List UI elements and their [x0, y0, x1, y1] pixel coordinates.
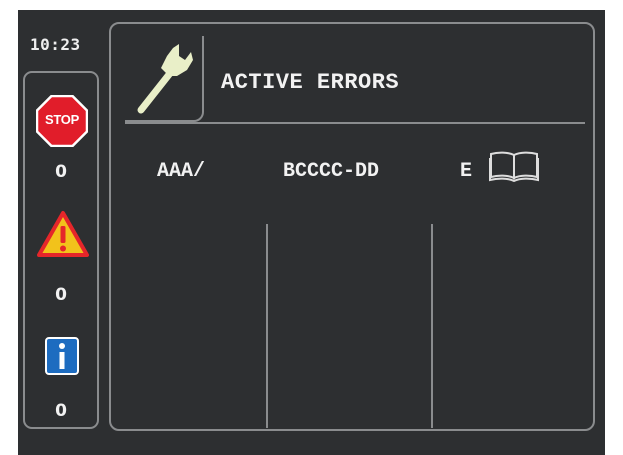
stop-sign-label: STOP [45, 112, 79, 127]
warning-triangle-icon[interactable] [37, 210, 89, 258]
wrench-icon [133, 42, 195, 121]
clock: 10:23 [30, 35, 81, 54]
status-sidebar: STOP 0 0 0 [23, 71, 99, 429]
info-icon[interactable] [45, 337, 79, 375]
column-header-e: E [460, 160, 473, 183]
warning-count: 0 [55, 285, 67, 305]
column-divider-2 [431, 224, 433, 428]
column-header-code: AAA/ [157, 160, 206, 183]
info-count: 0 [55, 401, 67, 421]
column-divider-1 [266, 224, 268, 428]
wrench-icon-box [125, 36, 204, 122]
header-divider [125, 122, 585, 124]
stop-sign-icon[interactable]: STOP [35, 94, 89, 148]
column-header-description: BCCCC-DD [283, 160, 380, 183]
page-title: ACTIVE ERRORS [221, 70, 400, 95]
book-icon[interactable] [488, 150, 540, 187]
stop-count: 0 [55, 162, 67, 182]
display-screen: 10:23 STOP 0 0 0 ACTIVE ERRORS AAA/ BCCC… [18, 10, 605, 455]
active-errors-panel: ACTIVE ERRORS AAA/ BCCCC-DD E [109, 22, 595, 431]
